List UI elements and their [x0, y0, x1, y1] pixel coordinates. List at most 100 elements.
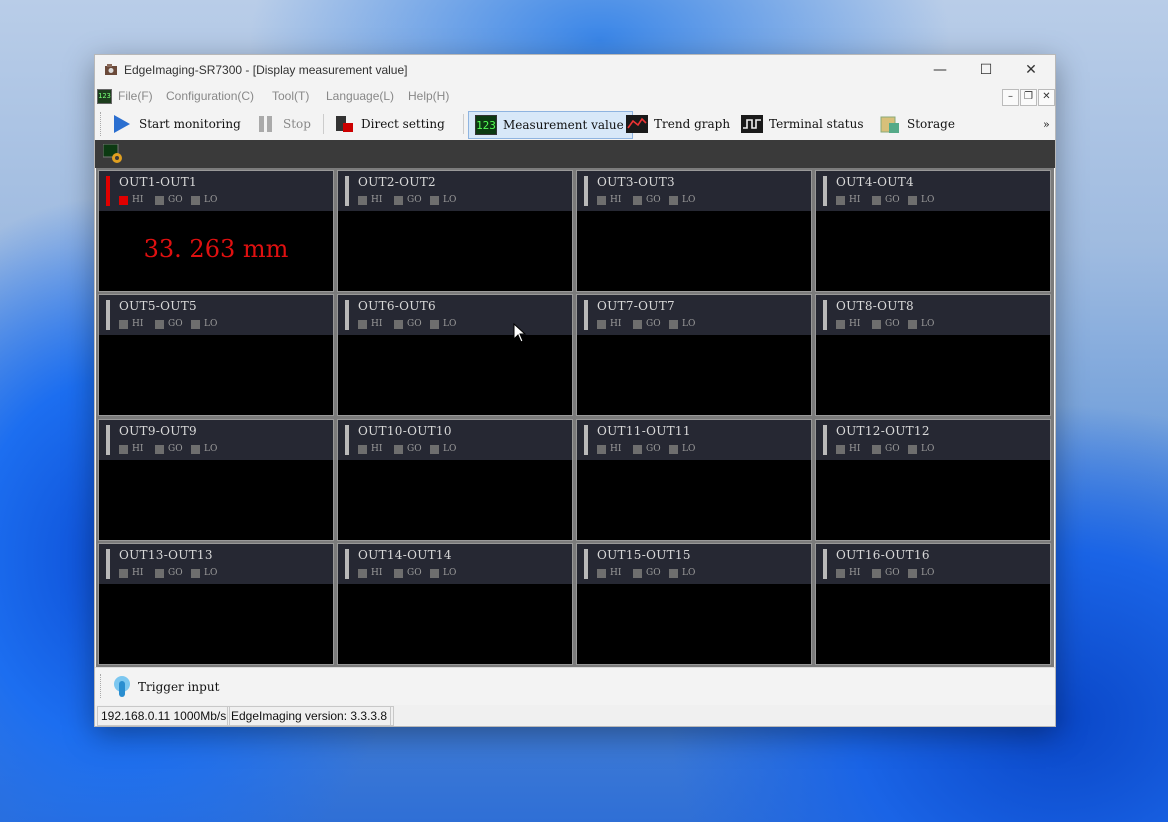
- judge-go-indicator: [394, 195, 403, 205]
- judge-hi: HI: [358, 568, 382, 578]
- output-panel[interactable]: OUT14-OUT14 HI GO LO: [337, 543, 573, 665]
- judge-hi-indicator: [597, 319, 606, 329]
- output-panel-header: OUT11-OUT11 HI GO LO: [577, 420, 811, 460]
- storage-button[interactable]: Storage: [879, 111, 955, 137]
- minimize-button[interactable]: —: [917, 55, 963, 85]
- judge-hi-indicator: [597, 195, 606, 205]
- start-monitoring-button[interactable]: Start monitoring: [111, 111, 241, 137]
- judge-lo: LO: [908, 195, 934, 205]
- judge-go: GO: [394, 568, 422, 578]
- measurement-value-button[interactable]: 123 Measurement value: [468, 111, 633, 139]
- output-panel[interactable]: OUT10-OUT10 HI GO LO: [337, 419, 573, 541]
- output-status-bar: [106, 300, 110, 330]
- output-status-bar: [345, 176, 349, 206]
- output-status-bar: [584, 300, 588, 330]
- judge-lo-indicator: [908, 444, 917, 454]
- output-status-bar: [106, 425, 110, 455]
- menu-tool[interactable]: Tool(T): [272, 89, 309, 103]
- output-panel[interactable]: OUT13-OUT13 HI GO LO: [98, 543, 334, 665]
- judge-go-indicator: [872, 444, 881, 454]
- output-panel[interactable]: OUT12-OUT12 HI GO LO: [815, 419, 1051, 541]
- output-panel-header: OUT10-OUT10 HI GO LO: [338, 420, 572, 460]
- title-bar[interactable]: EdgeImaging-SR7300 - [Display measuremen…: [95, 55, 1055, 86]
- mdi-minimize-button[interactable]: –: [1002, 89, 1019, 106]
- judge-lo: LO: [430, 568, 456, 578]
- judge-lo-indicator: [430, 319, 439, 329]
- output-panel-header: OUT13-OUT13 HI GO LO: [99, 544, 333, 584]
- judge-go: GO: [633, 195, 661, 205]
- output-status-bar: [823, 425, 827, 455]
- judge-lo-indicator: [191, 568, 200, 578]
- toolbar-separator: [463, 114, 464, 134]
- judge-hi-indicator: [119, 195, 128, 205]
- judge-lo: LO: [908, 319, 934, 329]
- judge-lo: LO: [669, 444, 695, 454]
- mdi-close-button[interactable]: ✕: [1038, 89, 1055, 106]
- direct-setting-button[interactable]: Direct setting: [333, 111, 445, 137]
- mdi-document-icon[interactable]: 123: [97, 89, 112, 104]
- mdi-restore-button[interactable]: ❐: [1020, 89, 1037, 106]
- output-status-bar: [584, 425, 588, 455]
- output-panel[interactable]: OUT11-OUT11 HI GO LO: [576, 419, 812, 541]
- judge-lo: LO: [191, 568, 217, 578]
- judge-hi: HI: [358, 195, 382, 205]
- output-panel[interactable]: OUT15-OUT15 HI GO LO: [576, 543, 812, 665]
- output-panel[interactable]: OUT16-OUT16 HI GO LO: [815, 543, 1051, 665]
- judge-go: GO: [394, 195, 422, 205]
- judge-lo: LO: [191, 444, 217, 454]
- output-panel[interactable]: OUT5-OUT5 HI GO LO: [98, 294, 334, 416]
- menu-help[interactable]: Help(H): [408, 89, 449, 103]
- stop-button[interactable]: Stop: [255, 111, 311, 137]
- trend-graph-button[interactable]: Trend graph: [626, 111, 730, 137]
- judge-lo: LO: [430, 444, 456, 454]
- output-panel-header: OUT7-OUT7 HI GO LO: [577, 295, 811, 335]
- measurement-settings-icon[interactable]: [103, 144, 123, 164]
- terminal-status-button[interactable]: Terminal status: [741, 111, 864, 137]
- output-panel[interactable]: OUT3-OUT3 HI GO LO: [576, 170, 812, 292]
- judge-go: GO: [394, 444, 422, 454]
- output-panel[interactable]: OUT1-OUT1 HI GO LO 33. 263 mm: [98, 170, 334, 292]
- judge-lo-indicator: [669, 195, 678, 205]
- judge-go: GO: [872, 319, 900, 329]
- judge-go: GO: [872, 195, 900, 205]
- output-panel[interactable]: OUT7-OUT7 HI GO LO: [576, 294, 812, 416]
- close-button[interactable]: ✕: [1008, 55, 1054, 85]
- judge-lo: LO: [908, 568, 934, 578]
- toolbar-separator: [323, 114, 324, 134]
- judge-hi-indicator: [119, 319, 128, 329]
- output-panel-header: OUT8-OUT8 HI GO LO: [816, 295, 1050, 335]
- output-panel-header: OUT2-OUT2 HI GO LO: [338, 171, 572, 211]
- output-panel[interactable]: OUT6-OUT6 HI GO LO: [337, 294, 573, 416]
- judge-hi: HI: [119, 195, 143, 205]
- toolbar-grip[interactable]: [100, 112, 103, 136]
- toolbar-overflow-chevron-icon[interactable]: »: [1043, 111, 1050, 137]
- judge-hi: HI: [119, 568, 143, 578]
- menu-configuration[interactable]: Configuration(C): [166, 89, 254, 103]
- output-panel[interactable]: OUT9-OUT9 HI GO LO: [98, 419, 334, 541]
- judge-hi-indicator: [358, 319, 367, 329]
- judge-lo-indicator: [191, 195, 200, 205]
- judge-lo-indicator: [908, 568, 917, 578]
- judge-go-indicator: [872, 195, 881, 205]
- toolbar-grip[interactable]: [100, 674, 103, 698]
- trigger-hand-icon: [114, 676, 130, 697]
- judge-hi-indicator: [836, 568, 845, 578]
- trigger-input-button[interactable]: Trigger input: [111, 675, 219, 699]
- judge-hi: HI: [119, 319, 143, 329]
- play-icon: [114, 115, 130, 133]
- judge-go-indicator: [394, 568, 403, 578]
- menu-file[interactable]: File(F): [118, 89, 153, 103]
- version-status: EdgeImaging version: 3.3.3.8: [227, 706, 392, 726]
- output-panel[interactable]: OUT2-OUT2 HI GO LO: [337, 170, 573, 292]
- menu-language[interactable]: Language(L): [326, 89, 394, 103]
- judge-hi-indicator: [358, 195, 367, 205]
- maximize-button[interactable]: ☐: [963, 55, 1009, 85]
- output-title: OUT7-OUT7: [597, 299, 675, 313]
- judge-lo-indicator: [430, 568, 439, 578]
- judge-hi: HI: [597, 568, 621, 578]
- judge-go-indicator: [633, 195, 642, 205]
- judge-hi: HI: [836, 444, 860, 454]
- output-panel[interactable]: OUT8-OUT8 HI GO LO: [815, 294, 1051, 416]
- mouse-cursor-icon: [513, 323, 527, 343]
- output-panel[interactable]: OUT4-OUT4 HI GO LO: [815, 170, 1051, 292]
